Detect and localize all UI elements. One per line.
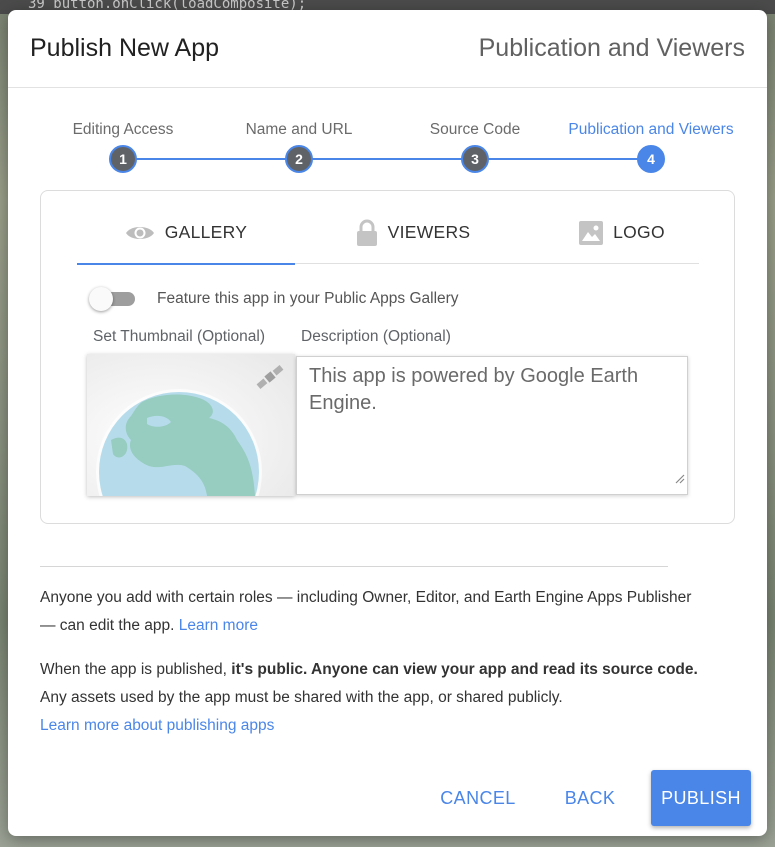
tab-logo[interactable]: LOGO (527, 201, 717, 264)
thumbnail-label: Set Thumbnail (Optional) (93, 328, 266, 345)
resize-handle-icon[interactable] (675, 465, 685, 492)
publish-info-bold: it's public. Anyone can view your app an… (231, 661, 698, 678)
stepper: Editing Access 1 Name and URL 2 Source C… (8, 118, 767, 178)
image-icon (579, 220, 604, 245)
tab-label: GALLERY (164, 222, 248, 242)
description-textarea[interactable]: This app is powered by Google Earth Engi… (296, 356, 688, 495)
roles-learn-more-link[interactable]: Learn more (179, 617, 258, 634)
roles-info: Anyone you add with certain roles — incl… (40, 584, 700, 640)
feature-toggle-label: Feature this app in your Public Apps Gal… (157, 290, 459, 307)
step-source-code[interactable]: Source Code 3 (385, 118, 565, 173)
roles-info-text: Anyone you add with certain roles — incl… (40, 589, 692, 634)
toggle-knob (89, 287, 113, 311)
step-label: Publication and Viewers (568, 121, 734, 138)
back-button[interactable]: BACK (548, 770, 632, 826)
step-number: 1 (109, 145, 137, 173)
description-text: This app is powered by Google Earth Engi… (309, 365, 639, 414)
lock-icon (356, 219, 378, 247)
feature-gallery-toggle[interactable] (89, 287, 137, 311)
dialog-title: Publish New App (30, 34, 220, 62)
publish-button[interactable]: PUBLISH (651, 770, 751, 826)
description-label: Description (Optional) (301, 328, 451, 345)
step-publication-and-viewers[interactable]: Publication and Viewers 4 (561, 118, 741, 173)
publish-info-prefix: When the app is published, (40, 661, 227, 678)
step-label: Editing Access (72, 121, 174, 138)
tab-bar: GALLERY VIEWERS LOGO (77, 201, 699, 265)
tab-label: VIEWERS (387, 222, 471, 242)
dialog-header: Publish New App Publication and Viewers (8, 10, 767, 88)
current-step-title: Publication and Viewers (478, 34, 745, 62)
publish-info: When the app is published, it's public. … (40, 656, 700, 740)
cancel-button[interactable]: CANCEL (428, 770, 528, 826)
step-label: Source Code (429, 121, 521, 138)
step-number: 3 (461, 145, 489, 173)
step-label: Name and URL (245, 121, 353, 138)
step-editing-access[interactable]: Editing Access 1 (33, 118, 213, 173)
earth-thumbnail-image (87, 354, 295, 496)
tab-viewers[interactable]: VIEWERS (313, 201, 513, 264)
step-name-and-url[interactable]: Name and URL 2 (209, 118, 389, 173)
publish-info-suffix: Any assets used by the app must be share… (40, 689, 563, 706)
tab-label: LOGO (613, 222, 665, 242)
tab-gallery[interactable]: GALLERY (77, 201, 295, 265)
feature-toggle-row: Feature this app in your Public Apps Gal… (89, 287, 459, 311)
eye-icon (125, 223, 155, 243)
step-number: 4 (637, 145, 665, 173)
step-number: 2 (285, 145, 313, 173)
thumbnail-picker[interactable] (87, 354, 295, 496)
settings-card: GALLERY VIEWERS LOGO Feature this app in… (40, 190, 735, 524)
publish-app-dialog: Publish New App Publication and Viewers … (8, 10, 767, 836)
learn-more-publishing-link[interactable]: Learn more about publishing apps (40, 717, 274, 734)
section-divider (40, 566, 668, 567)
